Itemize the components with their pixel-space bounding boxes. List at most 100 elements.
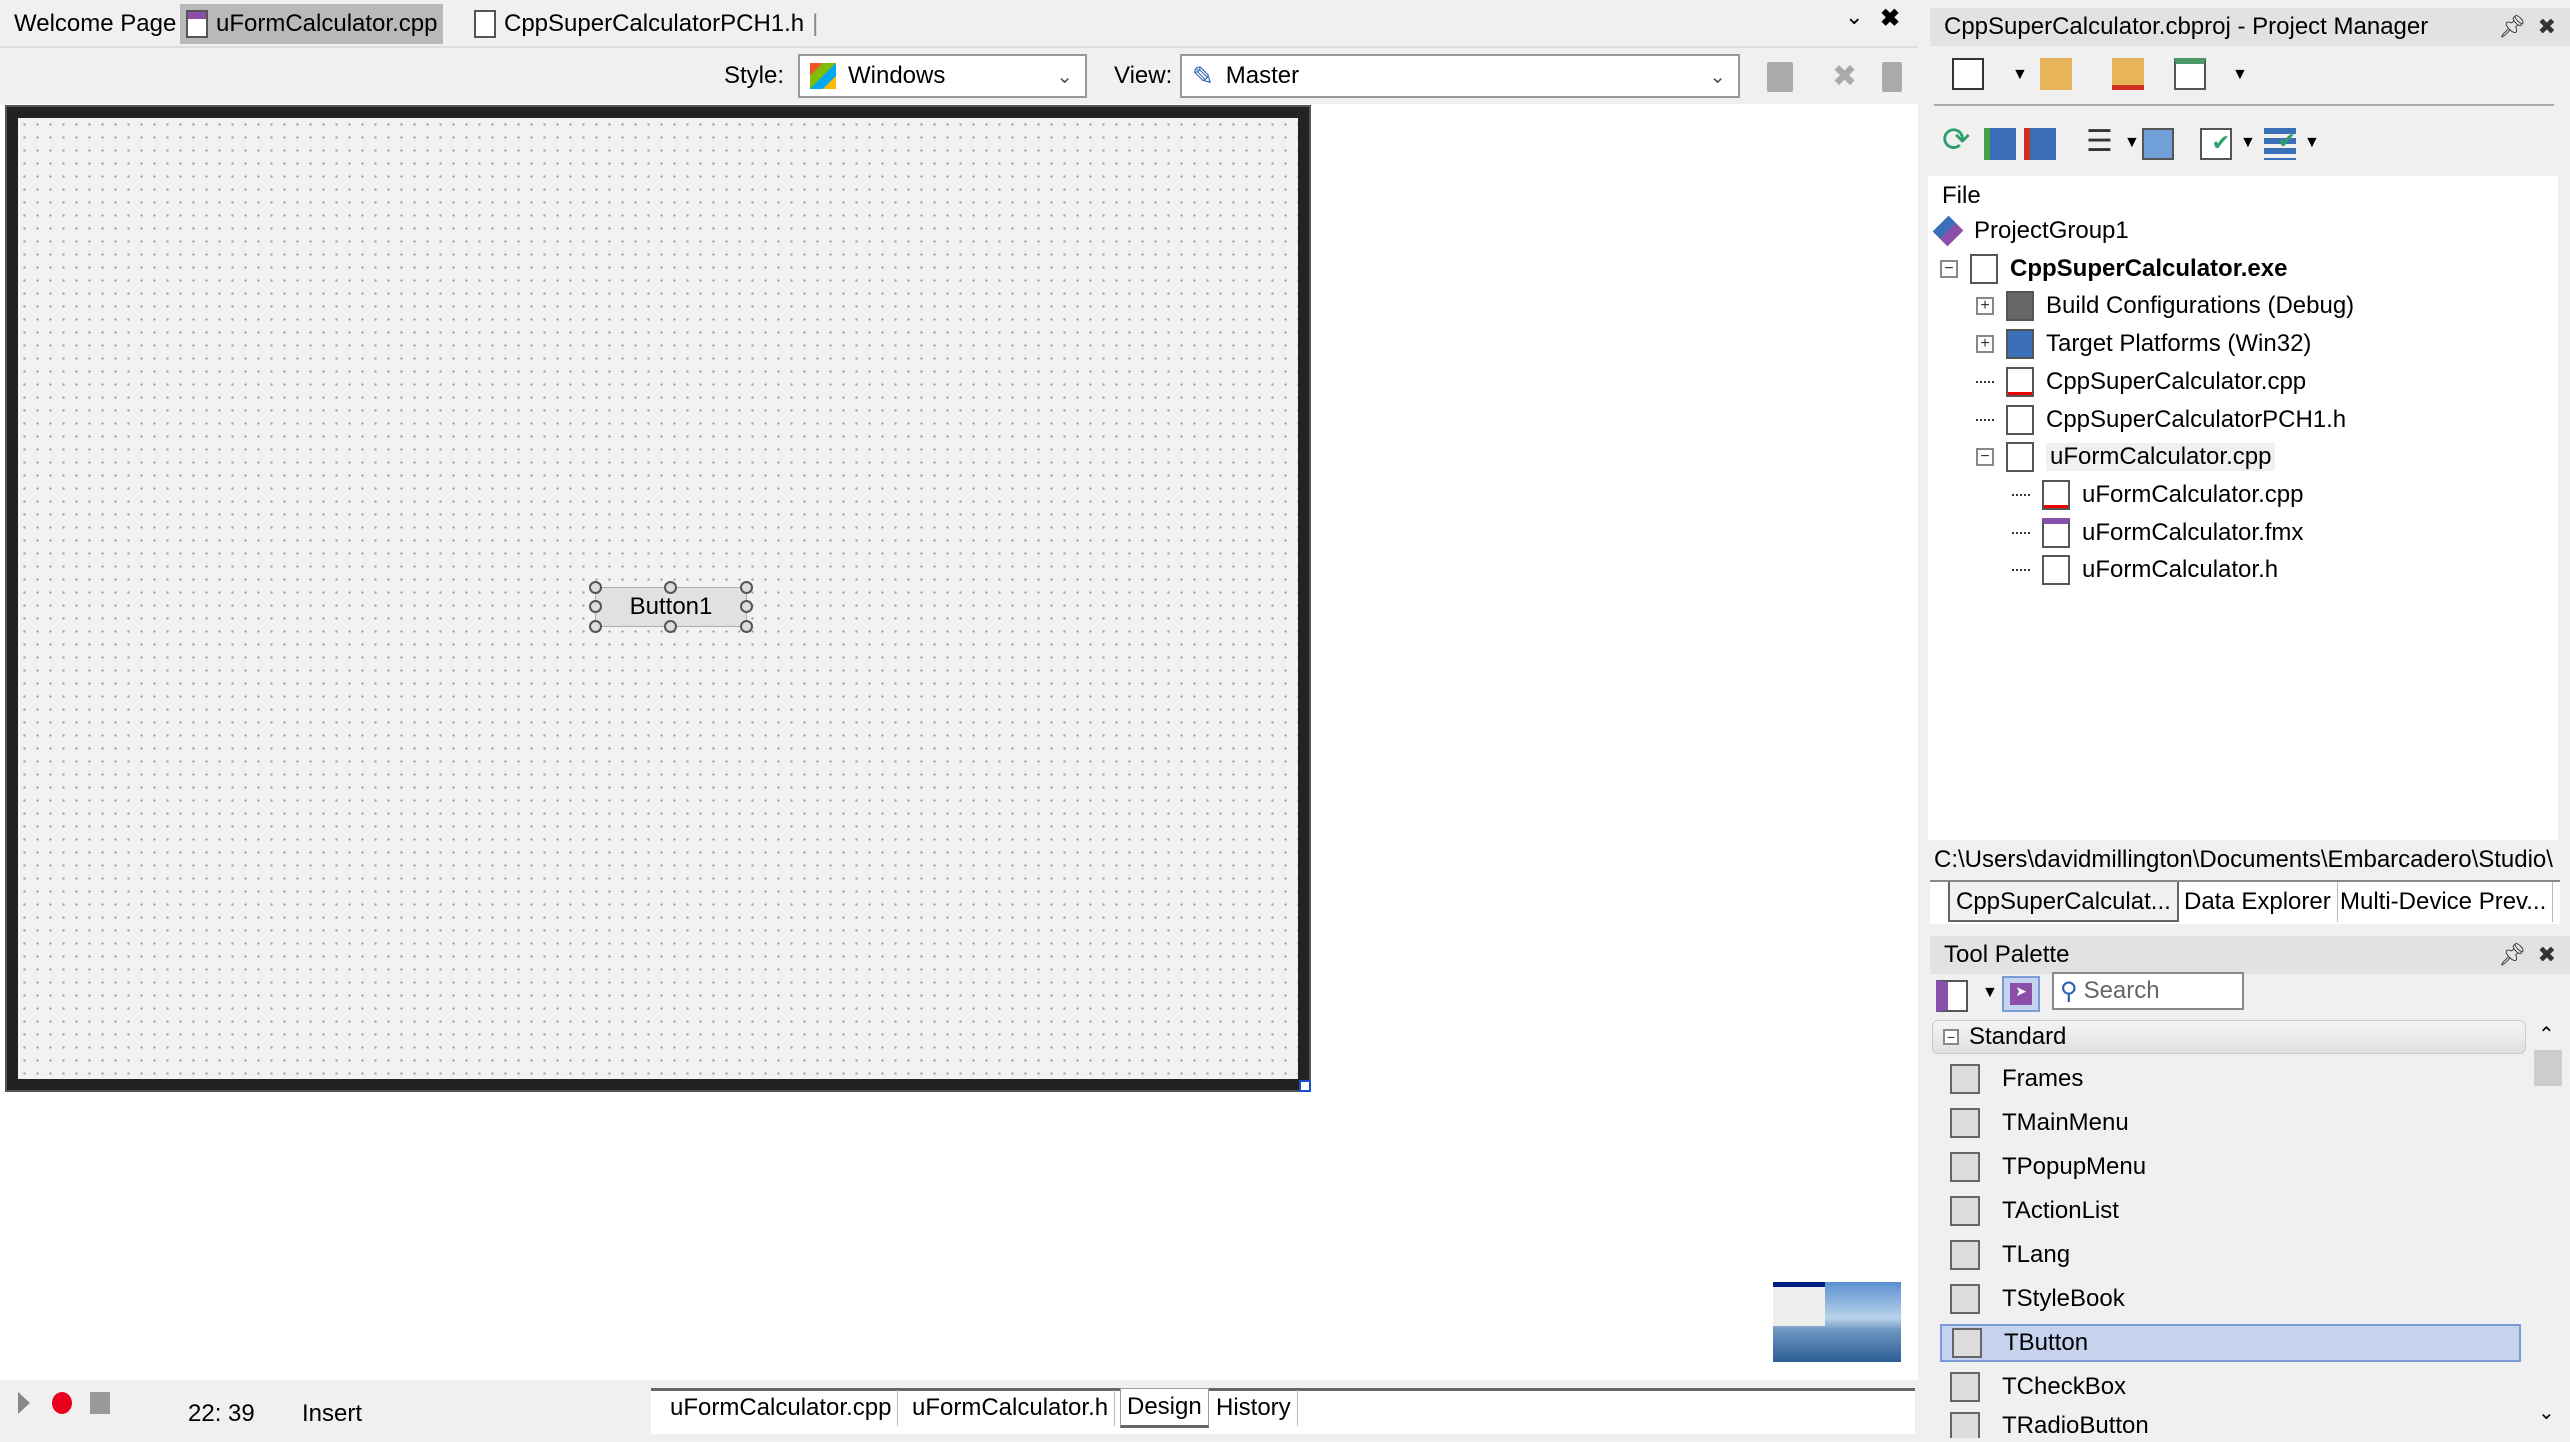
palette-item-tbutton[interactable]: TButton [1940, 1324, 2521, 1362]
play-macro-icon[interactable] [18, 1392, 30, 1414]
palette-item-label: TButton [2004, 1329, 2089, 1356]
resize-handle[interactable] [740, 600, 753, 613]
tab-label: Multi-Device Prev... [2340, 888, 2547, 915]
tree-node[interactable]: CppSuperCalculator.cpp [1976, 364, 2306, 400]
tree-node[interactable]: CppSuperCalculatorPCH1.h [1976, 402, 2346, 438]
resize-handle[interactable] [589, 600, 602, 613]
form-preview-thumbnail[interactable] [1773, 1282, 1901, 1362]
tree-node[interactable]: uFormCalculator.cpp [2012, 477, 2303, 513]
chevron-down-icon[interactable]: ▼ [2240, 134, 2256, 152]
dependencies-icon[interactable] [2142, 128, 2174, 160]
scroll-up-icon[interactable]: ⌃ [2538, 1022, 2555, 1047]
tab-uformcalculator-cpp[interactable]: uFormCalculator.cpp [180, 4, 444, 44]
close-icon[interactable]: ✖ [2538, 14, 2556, 40]
tab-welcome-page[interactable]: Welcome Page [8, 4, 182, 44]
tab-project-manager[interactable]: CppSuperCalculat... [1948, 882, 2179, 922]
chevron-down-icon[interactable]: ▼ [2124, 134, 2140, 152]
style-combo[interactable]: Windows ⌄ [798, 54, 1087, 98]
build-order-icon[interactable]: ☰ [2086, 124, 2113, 159]
tree-node[interactable]: uFormCalculator.h [2012, 552, 2278, 588]
tcheckbox-icon [1950, 1372, 1980, 1402]
chevron-down-icon[interactable]: ▼ [2012, 66, 2028, 84]
palette-item-label: Frames [2002, 1065, 2084, 1092]
view-options-icon[interactable] [1882, 62, 1902, 92]
collapse-all-icon[interactable] [2024, 128, 2056, 160]
bottom-tab-cpp[interactable]: uFormCalculator.cpp [664, 1390, 899, 1426]
add-view-icon[interactable] [1767, 62, 1793, 92]
resize-handle[interactable] [589, 581, 602, 594]
palette-item-tpopupmenu[interactable]: TPopupMenu [1940, 1148, 2521, 1186]
expand-all-icon[interactable] [1984, 128, 2016, 160]
chevron-down-icon[interactable]: ▼ [2304, 134, 2320, 152]
form-file-icon [186, 10, 208, 38]
expand-icon[interactable]: + [1976, 297, 1994, 316]
form-designer[interactable]: Button1 [5, 105, 1311, 1092]
header-file-icon [2042, 555, 2070, 586]
tab-label: uFormCalculator.cpp [670, 1394, 892, 1421]
new-item-icon[interactable] [1952, 58, 1984, 90]
palette-scrollbar[interactable]: ⌃ ⌄ [2532, 1020, 2566, 1440]
palette-item-tactionlist[interactable]: TActionList [1940, 1192, 2521, 1230]
tree-node[interactable]: + Build Configurations (Debug) [1976, 288, 2354, 324]
build-icon[interactable]: ✔ [2200, 128, 2232, 160]
tree-node-label: CppSuperCalculatorPCH1.h [2046, 405, 2347, 433]
record-macro-icon[interactable] [52, 1392, 72, 1414]
tree-node[interactable]: − uFormCalculator.cpp [1976, 439, 2276, 475]
resize-handle[interactable] [664, 581, 677, 594]
pin-icon[interactable]: 📌︎ [2498, 14, 2526, 40]
palette-categories-icon[interactable] [1936, 980, 1968, 1012]
file-column-header[interactable]: File [1942, 182, 1981, 210]
remove-folder-icon[interactable] [2112, 58, 2144, 90]
tree-node[interactable]: ProjectGroup1 [1932, 213, 2129, 249]
resize-handle[interactable] [740, 620, 753, 633]
bottom-tab-design[interactable]: Design [1120, 1388, 1209, 1428]
pointer-tool-button[interactable]: ➤ [2002, 976, 2040, 1012]
tree-node[interactable]: uFormCalculator.fmx [2012, 515, 2303, 551]
expand-icon[interactable]: + [1976, 335, 1994, 354]
tab-label: Data Explorer [2184, 888, 2331, 915]
chevron-down-icon[interactable]: ▼ [1982, 984, 1998, 1002]
stop-macro-icon[interactable] [90, 1392, 110, 1414]
scroll-down-icon[interactable]: ⌄ [2538, 1400, 2555, 1425]
close-tab-icon[interactable]: ✖ [1880, 4, 1900, 33]
palette-item-tcheckbox[interactable]: TCheckBox [1940, 1368, 2521, 1406]
tab-list-dropdown-icon[interactable]: ⌄ [1845, 4, 1863, 30]
scroll-thumb[interactable] [2534, 1050, 2562, 1086]
tree-node[interactable]: + Target Platforms (Win32) [1976, 326, 2311, 362]
tab-data-explorer[interactable]: Data Explorer [2178, 882, 2338, 922]
palette-item-tlang[interactable]: TLang [1940, 1236, 2521, 1274]
category-standard[interactable]: − Standard [1932, 1020, 2526, 1054]
refresh-icon[interactable]: ⟳ [1942, 123, 1971, 157]
view-combo[interactable]: ✎ Master ⌄ [1180, 54, 1740, 98]
add-folder-icon[interactable] [2040, 58, 2072, 90]
palette-item-frames[interactable]: Frames [1940, 1060, 2521, 1098]
resize-handle[interactable] [664, 620, 677, 633]
collapse-icon[interactable]: − [1976, 448, 1994, 467]
pin-icon[interactable]: 📌︎ [2498, 942, 2526, 968]
tab-multi-device-preview[interactable]: Multi-Device Prev... [2334, 882, 2554, 922]
form-resize-handle[interactable] [1299, 1080, 1311, 1092]
build-all-icon[interactable]: ✔ [2264, 128, 2296, 160]
palette-item-tmainmenu[interactable]: TMainMenu [1940, 1104, 2521, 1142]
palette-search-input[interactable]: ⚲ Search [2052, 972, 2244, 1010]
palette-item-label: TMainMenu [2002, 1109, 2129, 1136]
palette-item-label: TCheckBox [2002, 1373, 2127, 1400]
tree-node[interactable]: − CppSuperCalculator.exe [1940, 251, 2287, 287]
layout-icon[interactable] [2174, 58, 2206, 90]
delete-view-icon[interactable]: ✖ [1832, 62, 1858, 92]
chevron-down-icon[interactable]: ▼ [2232, 66, 2248, 84]
close-icon[interactable]: ✖ [2538, 942, 2556, 968]
tab-label: CppSuperCalculatorPCH1.h [504, 10, 805, 37]
tree-node-label: CppSuperCalculator.cpp [2046, 367, 2307, 395]
resize-handle[interactable] [740, 581, 753, 594]
palette-item-label: TPopupMenu [2002, 1153, 2147, 1180]
fmx-file-icon [2042, 517, 2070, 548]
resize-handle[interactable] [589, 620, 602, 633]
bottom-tab-history[interactable]: History [1210, 1390, 1298, 1426]
bottom-tab-header[interactable]: uFormCalculator.h [906, 1390, 1116, 1426]
tree-node-label: ProjectGroup1 [1974, 217, 2129, 244]
collapse-icon[interactable]: − [1940, 259, 1958, 278]
palette-item-tstylebook[interactable]: TStyleBook [1940, 1280, 2521, 1318]
palette-item-tradiobutton[interactable]: TRadioButton [1940, 1412, 2521, 1438]
tab-pch-header[interactable]: CppSuperCalculatorPCH1.h | [468, 4, 824, 44]
